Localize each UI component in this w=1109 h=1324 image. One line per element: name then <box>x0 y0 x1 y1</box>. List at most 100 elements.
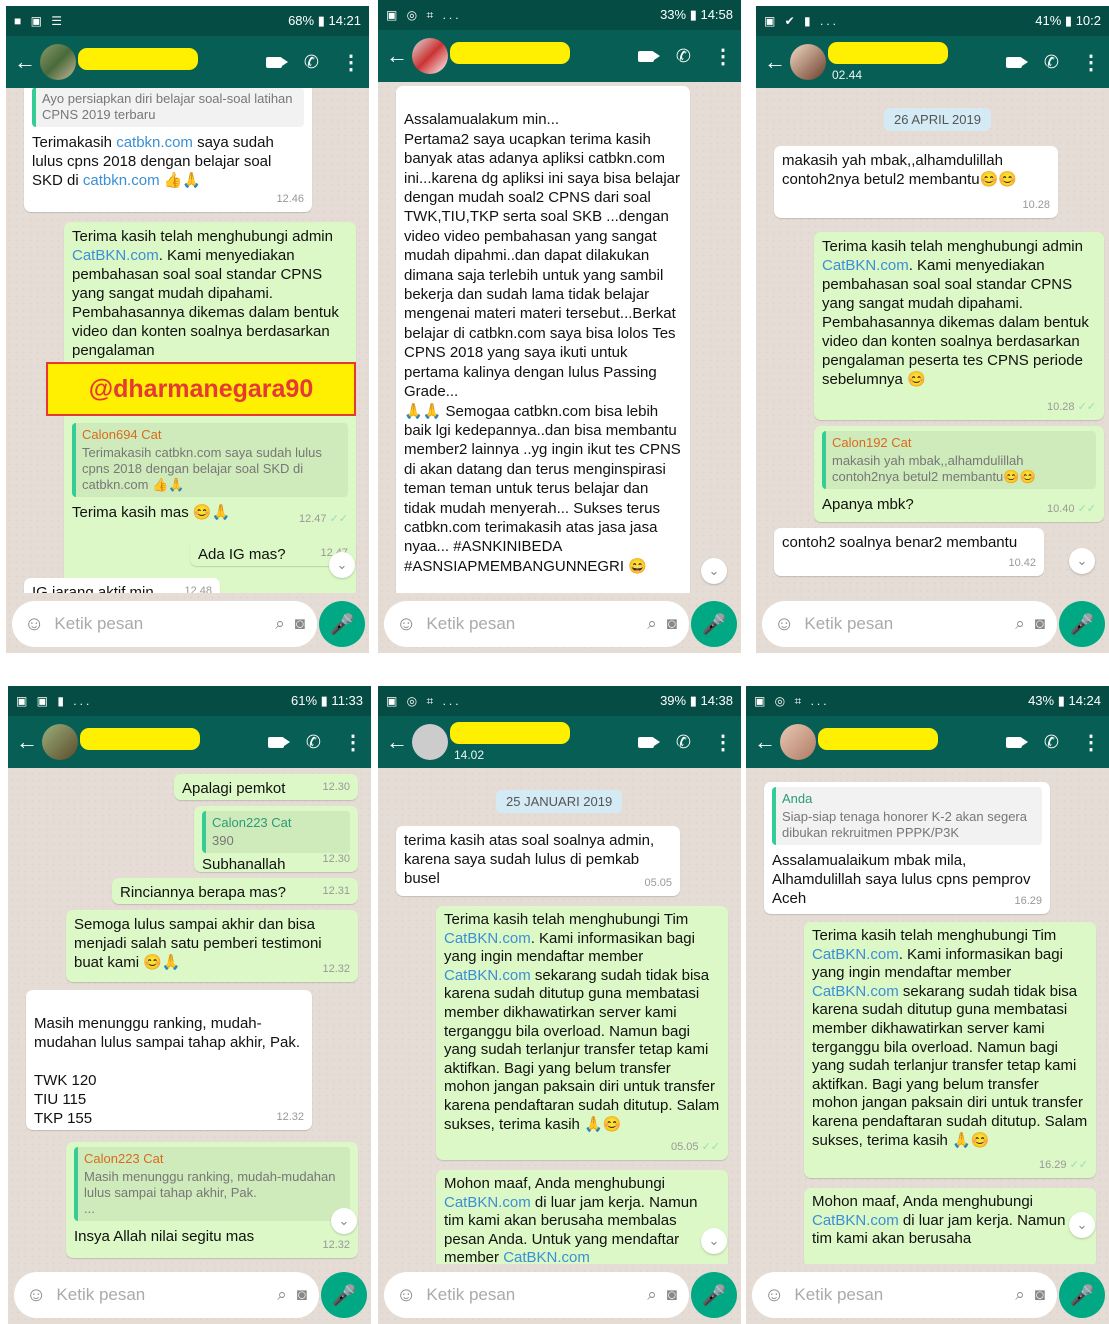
message-input[interactable]: ☺ Ketik pesan ⌕ ◙ <box>762 601 1057 647</box>
more-icon[interactable]: ⋮ <box>341 50 361 75</box>
call-icon[interactable]: ✆ <box>1044 52 1059 73</box>
message-bubble[interactable]: Semoga lulus sampai akhir dan bisa menja… <box>66 910 358 982</box>
message-bubble[interactable]: Calon223 Cat Masih menunggu ranking, muda… <box>66 1142 358 1258</box>
camera-icon[interactable]: ◙ <box>667 614 677 634</box>
message-bubble[interactable]: Mohon maaf, Anda menghubungi CatBKN.com … <box>804 1188 1096 1264</box>
message-input[interactable]: ☺ Ketik pesan ⌕ ◙ <box>384 601 689 647</box>
message-input[interactable]: ☺ Ketik pesan ⌕ ◙ <box>384 1272 689 1318</box>
message-bubble[interactable]: Calon223 Cat 390 Subhanallah 12.30 <box>194 806 358 873</box>
mic-button[interactable]: 🎤 <box>1059 601 1105 647</box>
camera-icon[interactable]: ◙ <box>667 1285 677 1305</box>
message-input[interactable]: ☺ Ketik pesan ⌕ ◙ <box>752 1272 1057 1318</box>
avatar[interactable] <box>790 44 826 80</box>
camera-icon[interactable]: ◙ <box>1035 1285 1045 1305</box>
emoji-icon[interactable]: ☺ <box>764 1284 784 1307</box>
message-bubble[interactable]: Terima kasih telah menghubungi Tim CatBK… <box>804 922 1096 1178</box>
attach-icon[interactable]: ⌕ <box>1015 614 1025 634</box>
link[interactable]: CatBKN.com <box>444 1194 531 1211</box>
message-bubble[interactable]: Anda Siap-siap tenaga honorer K-2 akan se… <box>764 782 1050 914</box>
scroll-down-button[interactable]: ⌄ <box>701 558 727 584</box>
attach-icon[interactable]: ⌕ <box>647 1285 657 1305</box>
message-bubble[interactable]: Ayo persiapkan diri belajar soal-soal la… <box>24 88 312 212</box>
video-call-icon[interactable] <box>265 56 288 68</box>
camera-icon[interactable]: ◙ <box>1035 614 1045 634</box>
link[interactable]: catbkn.com <box>116 134 193 151</box>
attach-icon[interactable]: ⌕ <box>275 614 285 634</box>
back-arrow-icon[interactable]: ← <box>386 43 408 69</box>
call-icon[interactable]: ✆ <box>306 732 321 753</box>
emoji-icon[interactable]: ☺ <box>26 1284 46 1307</box>
message-bubble[interactable]: Terima kasih telah menghubungi Tim CatBK… <box>436 906 728 1160</box>
avatar[interactable] <box>42 724 78 760</box>
emoji-icon[interactable]: ☺ <box>396 613 416 636</box>
avatar[interactable] <box>780 724 816 760</box>
message-bubble[interactable]: contoh2 soalnya benar2 membantu 10.42 <box>774 528 1044 576</box>
link[interactable]: CatBKN.com <box>812 983 899 1000</box>
back-arrow-icon[interactable]: ← <box>754 729 776 755</box>
emoji-icon[interactable]: ☺ <box>774 613 794 636</box>
avatar[interactable] <box>412 38 448 74</box>
call-icon[interactable]: ✆ <box>1044 732 1059 753</box>
camera-icon[interactable]: ◙ <box>295 614 305 634</box>
back-arrow-icon[interactable]: ← <box>764 49 786 75</box>
scroll-down-button[interactable]: ⌄ <box>329 552 355 578</box>
message-input[interactable]: ☺ Ketik pesan ⌕ ◙ <box>14 1272 319 1318</box>
last-seen: 14.02 <box>454 748 485 762</box>
back-arrow-icon[interactable]: ← <box>386 729 408 755</box>
scroll-down-button[interactable]: ⌄ <box>1069 1212 1095 1238</box>
emoji-icon[interactable]: ☺ <box>24 613 44 636</box>
video-call-icon[interactable] <box>1005 56 1028 68</box>
video-call-icon[interactable] <box>637 736 660 748</box>
message-bubble[interactable]: Rinciannya berapa mas? 12.31 <box>112 878 358 904</box>
call-icon[interactable]: ✆ <box>676 46 691 67</box>
link[interactable]: CatBKN.com <box>444 930 531 947</box>
message-bubble[interactable]: Assalamualakum min... Pertama2 saya ucap… <box>396 86 690 593</box>
back-arrow-icon[interactable]: ← <box>14 49 36 75</box>
camera-icon[interactable]: ◙ <box>297 1285 307 1305</box>
more-icon[interactable]: ⋮ <box>1081 730 1101 755</box>
avatar[interactable] <box>40 44 76 80</box>
link[interactable]: CatBKN.com <box>822 257 909 274</box>
mic-button[interactable]: 🎤 <box>1059 1272 1105 1318</box>
link[interactable]: CatBKN.com <box>812 946 899 963</box>
link[interactable]: CatBKN.com <box>503 1249 590 1264</box>
link[interactable]: CatBKN.com <box>812 1212 899 1229</box>
mic-button[interactable]: 🎤 <box>319 601 365 647</box>
scroll-down-button[interactable]: ⌄ <box>331 1208 357 1234</box>
message-bubble[interactable]: terima kasih atas soal soalnya admin, ka… <box>396 826 680 896</box>
more-icon[interactable]: ⋮ <box>713 44 733 69</box>
back-arrow-icon[interactable]: ← <box>16 729 38 755</box>
message-bubble[interactable]: makasih yah mbak,,alhamdulillah contoh2n… <box>774 146 1058 218</box>
link[interactable]: CatBKN.com <box>444 967 531 984</box>
more-icon[interactable]: ⋮ <box>343 730 363 755</box>
more-icon[interactable]: ⋮ <box>713 730 733 755</box>
message-bubble[interactable]: Terima kasih telah menghubungi admin Cat… <box>814 232 1104 420</box>
avatar[interactable] <box>412 724 448 760</box>
mic-button[interactable]: 🎤 <box>691 1272 737 1318</box>
timestamp: 12.48 <box>184 585 212 593</box>
call-icon[interactable]: ✆ <box>676 732 691 753</box>
watermark: @dharmanegara90 <box>46 362 356 416</box>
scroll-down-button[interactable]: ⌄ <box>701 1228 727 1254</box>
message-bubble[interactable]: Calon694 Cat Terimakasih catbkn.com saya … <box>64 418 356 532</box>
video-call-icon[interactable] <box>637 50 660 62</box>
attach-icon[interactable]: ⌕ <box>647 614 657 634</box>
message-bubble[interactable]: Apalagi pemkot 12.30 <box>174 774 358 800</box>
link[interactable]: CatBKN.com <box>72 247 159 264</box>
message-bubble[interactable]: Calon192 Cat makasih yah mbak,,alhamdulil… <box>814 426 1104 522</box>
scroll-down-button[interactable]: ⌄ <box>1069 548 1095 574</box>
mic-button[interactable]: 🎤 <box>691 601 737 647</box>
message-bubble[interactable]: Masih menunggu ranking, mudah-mudahan lu… <box>26 990 312 1130</box>
mic-button[interactable]: 🎤 <box>321 1272 367 1318</box>
video-call-icon[interactable] <box>1005 736 1028 748</box>
more-icon[interactable]: ⋮ <box>1081 50 1101 75</box>
message-input[interactable]: ☺ Ketik pesan ⌕ ◙ <box>12 601 317 647</box>
emoji-icon[interactable]: ☺ <box>396 1284 416 1307</box>
message-bubble[interactable]: Mohon maaf, Anda menghubungi CatBKN.com … <box>436 1170 728 1264</box>
attach-icon[interactable]: ⌕ <box>1015 1285 1025 1305</box>
message-bubble[interactable]: IG jarang aktif min. 12.48 <box>24 578 220 593</box>
video-call-icon[interactable] <box>267 736 290 748</box>
call-icon[interactable]: ✆ <box>304 52 319 73</box>
link[interactable]: catbkn.com <box>83 172 160 189</box>
attach-icon[interactable]: ⌕ <box>277 1285 287 1305</box>
